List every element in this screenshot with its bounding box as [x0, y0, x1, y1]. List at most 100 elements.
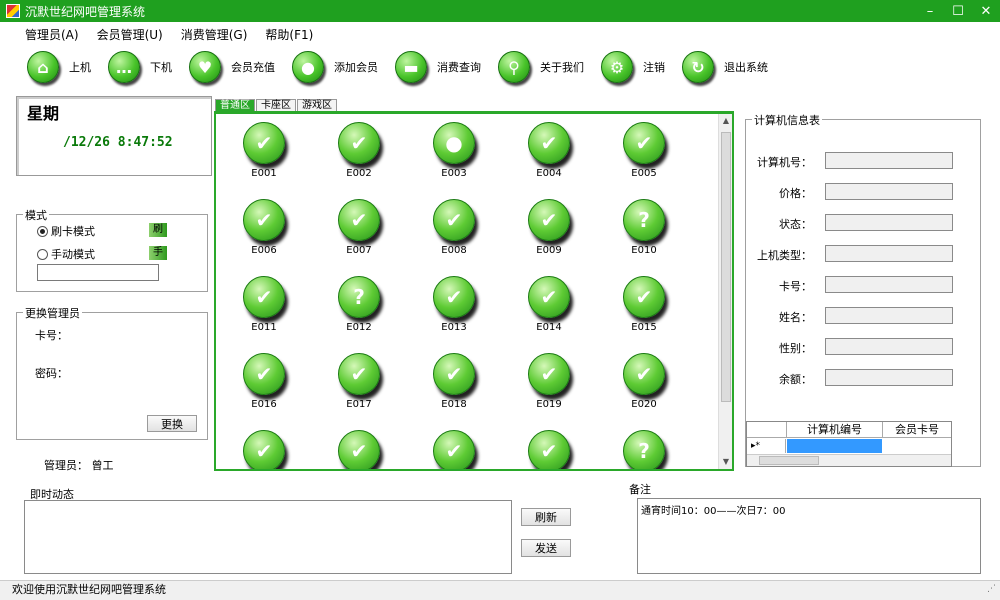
- vertical-scrollbar[interactable]: ▲ ▼: [718, 114, 732, 469]
- computer-item[interactable]: ● E003: [424, 116, 484, 186]
- close-button[interactable]: ✕: [972, 4, 1000, 19]
- grid-column-header[interactable]: 会员卡号: [883, 422, 951, 438]
- computer-item[interactable]: ✔ E014: [519, 270, 579, 340]
- radio-label: 刷卡模式: [51, 225, 95, 238]
- info-field-box[interactable]: [825, 338, 953, 355]
- computer-item[interactable]: ✔ E020: [614, 347, 674, 417]
- toolbar-button-5[interactable]: ⚲ 关于我们: [491, 48, 590, 86]
- toolbar-label: 会员充值: [231, 61, 275, 74]
- computer-item[interactable]: ✔ E006: [234, 193, 294, 263]
- computer-item[interactable]: ✔ E018: [424, 347, 484, 417]
- toolbar-button-3[interactable]: ● 添加会员: [285, 48, 384, 86]
- data-grid[interactable]: 计算机编号 会员卡号 ▸*: [746, 421, 952, 467]
- date-panel: 星期 /12/26 8:47:52: [16, 96, 212, 176]
- realtime-textarea[interactable]: [24, 500, 512, 574]
- toolbar-button-7[interactable]: ↻ 退出系统: [675, 48, 774, 86]
- grid-column-header[interactable]: 计算机编号: [787, 422, 883, 438]
- info-field-label: 上机类型：: [757, 249, 812, 262]
- computer-item[interactable]: ✔ E016: [234, 347, 294, 417]
- available-check-icon: ✔: [623, 122, 665, 164]
- computer-name: E017: [346, 399, 372, 410]
- info-field-box[interactable]: [825, 369, 953, 386]
- toolbar-button-1[interactable]: … 下机: [101, 48, 178, 86]
- radio-manual-mode[interactable]: 手动模式: [37, 246, 95, 262]
- computer-item[interactable]: ✔ E009: [519, 193, 579, 263]
- change-admin-button[interactable]: 更换: [147, 415, 197, 432]
- computer-item[interactable]: ✔ E019: [519, 347, 579, 417]
- available-check-icon: ✔: [433, 199, 475, 241]
- menu-member[interactable]: 会员管理(U): [88, 26, 172, 43]
- title-bar[interactable]: 沉默世纪网吧管理系统 – ☐ ✕: [0, 0, 1000, 22]
- available-check-icon: ✔: [243, 430, 285, 469]
- info-field-box[interactable]: [825, 152, 953, 169]
- resize-grip-icon[interactable]: ⋰: [987, 580, 996, 598]
- info-field-label: 状态：: [779, 218, 812, 231]
- info-row: 姓名：: [746, 307, 982, 325]
- toolbar-label: 下机: [150, 61, 172, 74]
- computer-item[interactable]: ✔ E005: [614, 116, 674, 186]
- computer-item[interactable]: ? E010: [614, 193, 674, 263]
- computer-item[interactable]: ? E012: [329, 270, 389, 340]
- datetime-label: /12/26 8:47:52: [63, 135, 173, 150]
- computer-item[interactable]: ✔ E011: [234, 270, 294, 340]
- manual-mode-tag: 手: [149, 246, 167, 260]
- scroll-down-icon[interactable]: ▼: [719, 455, 732, 469]
- info-field-box[interactable]: [825, 214, 953, 231]
- computer-item[interactable]: ✔ E015: [614, 270, 674, 340]
- info-row: 上机类型：: [746, 245, 982, 263]
- computer-item[interactable]: ✔: [424, 424, 484, 469]
- maximize-button[interactable]: ☐: [944, 4, 972, 19]
- horizontal-scrollbar[interactable]: [747, 454, 951, 466]
- grid-selected-cell[interactable]: [787, 439, 882, 453]
- computer-name: E007: [346, 245, 372, 256]
- computer-item[interactable]: ✔ E007: [329, 193, 389, 263]
- computer-item[interactable]: ✔ E017: [329, 347, 389, 417]
- info-field-box[interactable]: [825, 307, 953, 324]
- mode-input[interactable]: [37, 264, 159, 281]
- admin-change-group: 更换管理员 卡号： 密码： 更换: [16, 305, 208, 440]
- info-row: 卡号：: [746, 276, 982, 294]
- toolbar-button-2[interactable]: ♥ 会员充值: [182, 48, 281, 86]
- available-check-icon: ✔: [338, 122, 380, 164]
- computer-item[interactable]: ✔ E013: [424, 270, 484, 340]
- computer-item[interactable]: ✔: [234, 424, 294, 469]
- menu-consume[interactable]: 消费管理(G): [172, 26, 257, 43]
- toolbar-button-6[interactable]: ⚙ 注销: [594, 48, 671, 86]
- toolbar-button-4[interactable]: ▬ 消费查询: [388, 48, 487, 86]
- computer-item[interactable]: ✔: [519, 424, 579, 469]
- hscroll-thumb[interactable]: [759, 456, 819, 465]
- send-button[interactable]: 发送: [521, 539, 571, 557]
- info-field-box[interactable]: [825, 245, 953, 262]
- grid-row-marker: ▸*: [747, 439, 786, 453]
- computer-info-group: 计算机信息表 计算机号： 价格： 状态： 上机类型： 卡号： 姓名： 性别： 余额：: [745, 112, 982, 467]
- computer-item[interactable]: ✔ E002: [329, 116, 389, 186]
- computer-item[interactable]: ?: [614, 424, 674, 469]
- app-icon: [6, 4, 20, 18]
- menu-help[interactable]: 帮助(F1): [256, 26, 322, 43]
- unknown-question-icon: ?: [623, 199, 665, 241]
- toolbar-label: 消费查询: [437, 61, 481, 74]
- notes-box[interactable]: 通宵时间10：00——次日7：00: [637, 498, 981, 574]
- refresh-button[interactable]: 刷新: [521, 508, 571, 526]
- scroll-thumb[interactable]: [721, 132, 731, 402]
- radio-indicator: [37, 248, 48, 260]
- status-text: 欢迎使用沉默世纪网吧管理系统: [12, 583, 166, 596]
- radio-card-mode[interactable]: 刷卡模式: [37, 223, 95, 239]
- minimize-button[interactable]: –: [916, 4, 944, 19]
- menu-admin[interactable]: 管理员(A): [16, 26, 88, 43]
- password-label: 密码：: [35, 367, 68, 380]
- toolbar-label: 注销: [643, 61, 665, 74]
- mode-legend: 模式: [23, 207, 49, 223]
- scroll-up-icon[interactable]: ▲: [719, 114, 732, 128]
- computer-item[interactable]: ✔ E004: [519, 116, 579, 186]
- card-mode-tag: 刷: [149, 223, 167, 237]
- heart-icon: ♥: [189, 51, 221, 83]
- computer-item[interactable]: ✔ E008: [424, 193, 484, 263]
- info-field-label: 价格：: [779, 187, 812, 200]
- info-field-box[interactable]: [825, 276, 953, 293]
- computer-item[interactable]: ✔: [329, 424, 389, 469]
- computer-item[interactable]: ✔ E001: [234, 116, 294, 186]
- info-field-box[interactable]: [825, 183, 953, 200]
- toolbar-button-0[interactable]: ⌂ 上机: [20, 48, 97, 86]
- toolbar-label: 关于我们: [540, 61, 584, 74]
